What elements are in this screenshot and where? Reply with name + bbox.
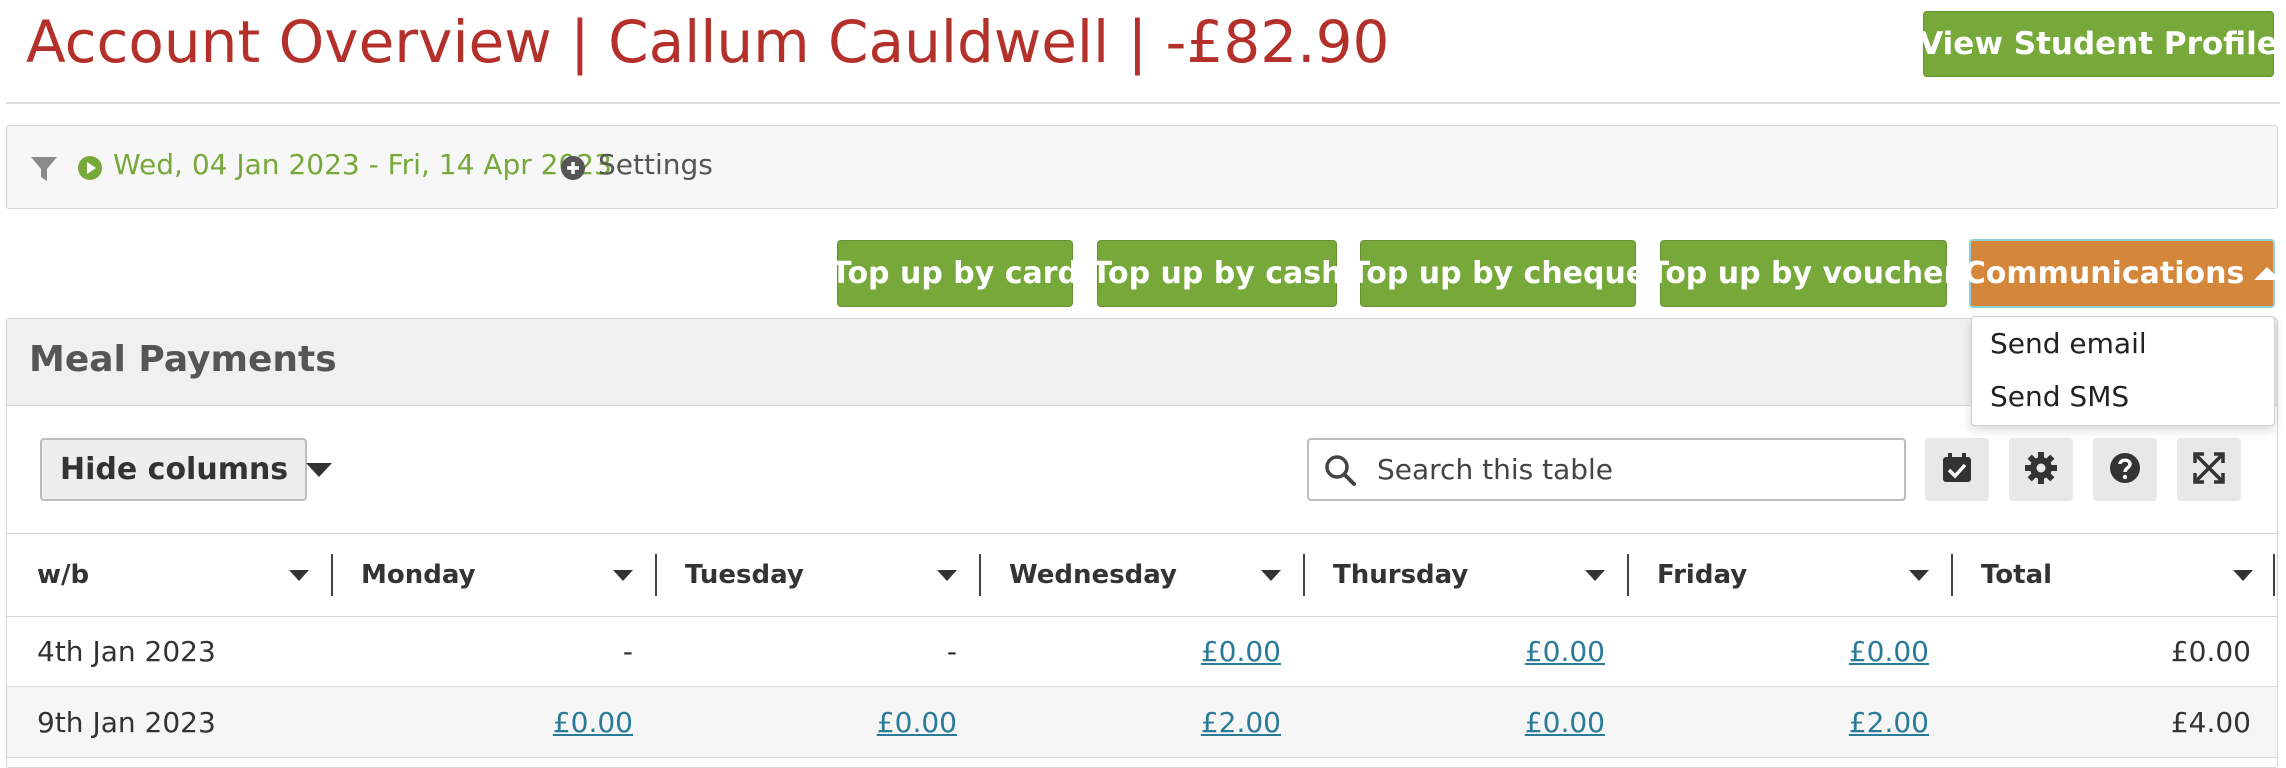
column-resize-handle[interactable] [331, 554, 333, 596]
plus-circle-icon[interactable] [560, 155, 586, 185]
sort-caret-icon [613, 569, 633, 581]
header-divider [6, 102, 2280, 104]
cell-total: £0.00 [2170, 634, 2251, 668]
cell-friday-link[interactable]: £0.00 [1849, 635, 1929, 668]
sort-caret-icon [1261, 569, 1281, 581]
sort-caret-icon [1585, 569, 1605, 581]
search-icon [1323, 453, 1357, 491]
top-up-by-card-button[interactable]: Top up by card [831, 240, 1079, 307]
hide-columns-button[interactable]: Hide columns [40, 438, 333, 501]
cell-monday: - [622, 634, 633, 668]
column-label: Thursday [1333, 560, 1469, 590]
cell-tuesday: - [946, 634, 957, 668]
calendar-check-button[interactable] [1925, 438, 1989, 501]
column-resize-handle[interactable] [1951, 554, 1953, 596]
date-range-filter[interactable]: Wed, 04 Jan 2023 - Fri, 14 Apr 2023 [113, 148, 612, 181]
column-resize-handle[interactable] [1627, 554, 1629, 596]
panel-header: Meal Payments [7, 319, 2277, 406]
table-row: 4th Jan 2023 - - £0.00 £0.00 £0.00 £0.00 [7, 616, 2277, 687]
table-header: w/b Monday Tuesday Wednesday Thursday Fr… [7, 533, 2277, 617]
sort-caret-icon [1909, 569, 1929, 581]
column-header-tuesday[interactable]: Tuesday [685, 534, 975, 616]
view-student-profile-button[interactable]: View Student Profile [1919, 11, 2278, 77]
column-label: Friday [1657, 560, 1748, 590]
send-sms-menu-item[interactable]: Send SMS [1990, 380, 2129, 413]
search-input[interactable] [1377, 448, 1877, 490]
caret-down-icon [306, 462, 333, 477]
communications-label: Communications [1963, 256, 2245, 291]
communications-button[interactable]: Communications [1964, 239, 2281, 308]
cell-wednesday-link[interactable]: £0.00 [1201, 635, 1281, 668]
column-label: Total [1981, 560, 2053, 590]
sort-caret-icon [937, 569, 957, 581]
play-circle-icon [77, 155, 103, 185]
calendar-check-icon [1940, 451, 1974, 489]
column-label: w/b [37, 560, 90, 590]
communications-menu: Send email Send SMS [1971, 316, 2275, 426]
column-resize-handle[interactable] [2273, 554, 2275, 596]
column-header-wb[interactable]: w/b [37, 534, 327, 616]
column-header-thursday[interactable]: Thursday [1333, 534, 1623, 616]
cell-friday-link[interactable]: £2.00 [1849, 706, 1929, 739]
sort-caret-icon [2233, 569, 2253, 581]
column-label: Tuesday [685, 560, 804, 590]
column-header-monday[interactable]: Monday [361, 534, 651, 616]
column-label: Wednesday [1009, 560, 1177, 590]
page-title: Account Overview | Callum Cauldwell | -£… [26, 8, 1390, 76]
column-resize-handle[interactable] [979, 554, 981, 596]
expand-icon [2192, 451, 2226, 489]
hide-columns-label: Hide columns [60, 452, 289, 487]
gear-icon [2024, 451, 2058, 489]
caret-up-icon [2254, 267, 2281, 280]
column-resize-handle[interactable] [1303, 554, 1305, 596]
cell-thursday-link[interactable]: £0.00 [1525, 706, 1605, 739]
top-up-by-voucher-button[interactable]: Top up by voucher [1649, 240, 1958, 307]
send-email-menu-item[interactable]: Send email [1990, 327, 2147, 360]
filter-icon[interactable] [29, 154, 59, 188]
meal-payments-panel: Meal Payments Hide columns w/b [6, 318, 2278, 768]
column-resize-handle[interactable] [655, 554, 657, 596]
settings-link[interactable]: Settings [598, 148, 713, 181]
table-search[interactable] [1307, 438, 1906, 501]
cell-monday-link[interactable]: £0.00 [553, 706, 633, 739]
column-header-wednesday[interactable]: Wednesday [1009, 534, 1299, 616]
column-header-total[interactable]: Total [1981, 534, 2271, 616]
sort-caret-icon [289, 569, 309, 581]
help-button[interactable] [2093, 438, 2157, 501]
cell-wb: 4th Jan 2023 [37, 634, 216, 668]
top-up-by-cash-button[interactable]: Top up by cash [1092, 240, 1343, 307]
help-icon [2108, 451, 2142, 489]
cell-wednesday-link[interactable]: £2.00 [1201, 706, 1281, 739]
top-up-by-cheque-button[interactable]: Top up by cheque [1350, 240, 1646, 307]
fullscreen-button[interactable] [2177, 438, 2241, 501]
settings-button[interactable] [2009, 438, 2073, 501]
filter-bar: Wed, 04 Jan 2023 - Fri, 14 Apr 2023 Sett… [6, 125, 2278, 209]
cell-tuesday-link[interactable]: £0.00 [877, 706, 957, 739]
panel-title: Meal Payments [29, 339, 337, 380]
column-label: Monday [361, 560, 476, 590]
cell-thursday-link[interactable]: £0.00 [1525, 635, 1605, 668]
column-header-friday[interactable]: Friday [1657, 534, 1947, 616]
table-row: 9th Jan 2023 £0.00 £0.00 £2.00 £0.00 £2.… [7, 687, 2277, 758]
cell-total: £4.00 [2170, 705, 2251, 739]
cell-wb: 9th Jan 2023 [37, 705, 216, 739]
